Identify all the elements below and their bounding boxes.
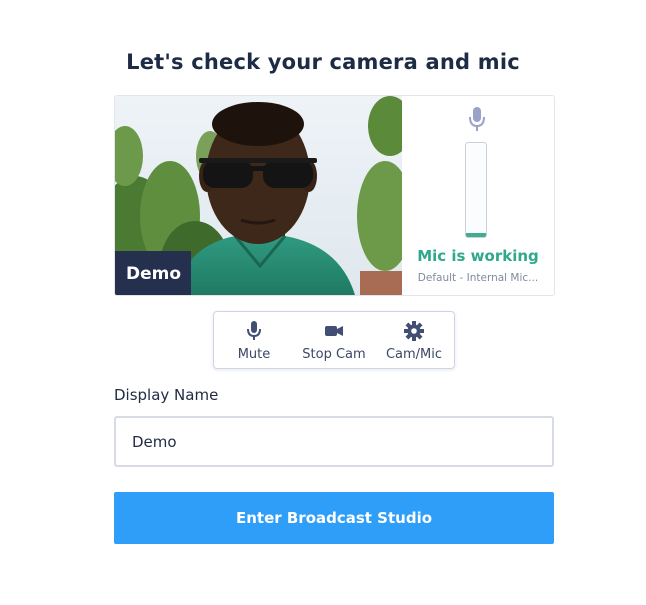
- enter-broadcast-studio-button[interactable]: Enter Broadcast Studio: [114, 492, 554, 544]
- mic-level-fill: [466, 233, 486, 237]
- mic-status: Mic is working: [417, 247, 539, 265]
- cam-mic-label: Cam/Mic: [385, 347, 443, 362]
- mic-device-name: Default - Internal Mic...: [417, 272, 539, 284]
- page-title: Let's check your camera and mic: [126, 50, 520, 74]
- mic-check-panel: Mic is working Default - Internal Mic...: [402, 96, 554, 295]
- preview-panel: Demo Mic is working Default - Internal M…: [114, 95, 555, 296]
- cam-mic-settings-button[interactable]: Cam/Mic: [374, 312, 454, 368]
- display-name-input[interactable]: [114, 416, 554, 467]
- stop-cam-button[interactable]: Stop Cam: [294, 312, 374, 368]
- mute-label: Mute: [237, 347, 271, 362]
- media-controls: Mute Stop Cam Cam/Mic: [213, 311, 455, 369]
- camera-preview: Demo: [115, 96, 402, 295]
- display-name-label: Display Name: [114, 386, 219, 404]
- mic-icon: [467, 106, 487, 136]
- stop-cam-label: Stop Cam: [302, 347, 366, 362]
- mic-icon: [247, 321, 261, 340]
- name-tag: Demo: [115, 251, 192, 295]
- mute-button[interactable]: Mute: [214, 312, 294, 368]
- gear-icon: [404, 321, 424, 341]
- video-camera-icon: [325, 326, 343, 336]
- mic-level-meter: [465, 142, 487, 238]
